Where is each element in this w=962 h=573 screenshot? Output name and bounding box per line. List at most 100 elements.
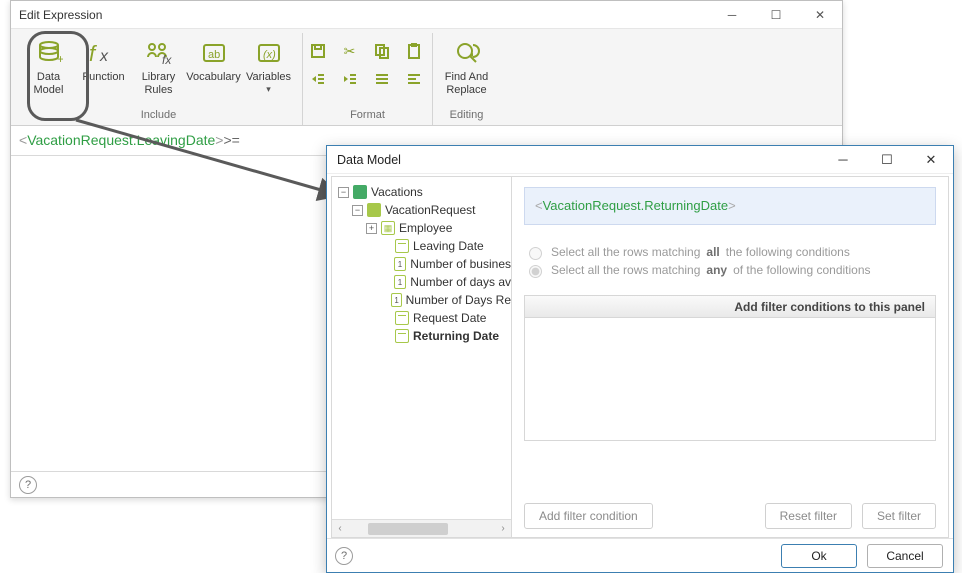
copy-icon[interactable] <box>372 41 392 61</box>
radio-match-any[interactable]: Select all the rows matching any of the … <box>524 261 936 279</box>
library-rules-icon: fx <box>143 37 175 69</box>
number-icon: 1 <box>394 275 407 289</box>
radio-any-input[interactable] <box>529 265 542 278</box>
ribbon-group-editing: Find And Replace Editing <box>433 33 500 125</box>
ribbon: + Data Model fx Function <box>11 29 842 126</box>
tree-item-label: Leaving Date <box>413 239 484 253</box>
ribbon-group-include: + Data Model fx Function <box>15 33 303 125</box>
data-model-titlebar: Data Model ─ ☐ ✕ <box>327 146 953 174</box>
align-left-icon[interactable] <box>404 69 424 89</box>
tree-node-num-days-re[interactable]: 1 Number of Days Re <box>338 291 511 309</box>
scroll-left-icon[interactable]: ‹ <box>332 523 348 534</box>
collapse-icon[interactable]: − <box>352 205 363 216</box>
outdent-icon[interactable] <box>308 69 328 89</box>
edit-expression-titlebar: Edit Expression ─ ☐ ✕ <box>11 1 842 29</box>
data-model-tree-panel: − Vacations − VacationRequest + ▦ Employ… <box>332 177 512 537</box>
selected-expression-box: <VacationRequest.ReturningDate> <box>524 187 936 225</box>
set-filter-button[interactable]: Set filter <box>862 503 936 529</box>
ribbon-format-label: Format <box>350 109 385 123</box>
save-icon[interactable] <box>308 41 328 61</box>
ok-label: Ok <box>811 549 826 563</box>
dm-maximize-button[interactable]: ☐ <box>865 146 909 174</box>
tree-horizontal-scrollbar[interactable]: ‹ › <box>332 519 511 537</box>
variables-button[interactable]: (x) Variables ▾ <box>241 35 296 95</box>
number-icon: 1 <box>394 257 407 271</box>
find-replace-icon <box>451 37 483 69</box>
vocabulary-button[interactable]: ab Vocabulary <box>186 35 241 84</box>
maximize-button[interactable]: ☐ <box>754 1 798 29</box>
data-model-dialog: Data Model ─ ☐ ✕ − Vacations − VacationR… <box>326 145 954 573</box>
svg-text:ab: ab <box>208 49 220 61</box>
expr-body: VacationRequest.LeavingDate <box>27 132 215 148</box>
minimize-button[interactable]: ─ <box>710 1 754 29</box>
row-match-options: Select all the rows matching all the fol… <box>524 243 936 279</box>
tree-item-label: Number of days av <box>410 275 511 289</box>
vocabulary-icon: ab <box>198 37 230 69</box>
find-replace-label: Find And Replace <box>445 71 488 97</box>
help-icon[interactable]: ? <box>335 547 353 565</box>
ribbon-group-format: ✂ Format <box>303 33 433 125</box>
tree-node-root[interactable]: − Vacations <box>338 183 511 201</box>
sel-close: > <box>728 198 736 213</box>
calendar-icon <box>395 311 409 325</box>
help-icon[interactable]: ? <box>19 476 37 494</box>
align-left-full-icon[interactable] <box>372 69 392 89</box>
data-model-label: Data Model <box>34 71 64 97</box>
expand-icon[interactable]: + <box>366 223 377 234</box>
add-filter-condition-button[interactable]: Add filter condition <box>524 503 653 529</box>
radio-all-prefix: Select all the rows matching <box>551 245 700 259</box>
tree-node-num-days-av[interactable]: 1 Number of days av <box>338 273 511 291</box>
root-icon <box>353 185 367 199</box>
tree-node-num-business[interactable]: 1 Number of busines <box>338 255 511 273</box>
data-model-footer: ? Ok Cancel <box>327 538 953 572</box>
dm-close-button[interactable]: ✕ <box>909 146 953 174</box>
tree-node-entity[interactable]: − VacationRequest <box>338 201 511 219</box>
reset-filter-button[interactable]: Reset filter <box>765 503 852 529</box>
tree-item-label: Request Date <box>413 311 486 325</box>
indent-icon[interactable] <box>340 69 360 89</box>
cancel-label: Cancel <box>886 549 923 563</box>
data-model-button[interactable]: + Data Model <box>21 35 76 97</box>
ok-button[interactable]: Ok <box>781 544 857 568</box>
data-model-body: − Vacations − VacationRequest + ▦ Employ… <box>331 176 949 538</box>
find-replace-button[interactable]: Find And Replace <box>439 35 494 97</box>
tree-root-label: Vacations <box>371 185 423 199</box>
radio-any-suffix: of the following conditions <box>733 263 870 277</box>
radio-any-bold: any <box>706 263 727 277</box>
filter-panel-header-label: Add filter conditions to this panel <box>734 300 925 314</box>
data-model-right-panel: <VacationRequest.ReturningDate> Select a… <box>512 177 948 537</box>
tree-item-label: Returning Date <box>413 329 499 343</box>
svg-text:+: + <box>57 52 63 66</box>
cut-icon[interactable]: ✂ <box>340 41 360 61</box>
tree-node-employee[interactable]: + ▦ Employee <box>338 219 511 237</box>
radio-all-input[interactable] <box>529 247 542 260</box>
employee-icon: ▦ <box>381 221 395 235</box>
dm-minimize-button[interactable]: ─ <box>821 146 865 174</box>
filter-panel-body <box>524 317 936 441</box>
scroll-right-icon[interactable]: › <box>495 523 511 534</box>
tree-node-returning-date[interactable]: Returning Date <box>338 327 511 345</box>
scroll-thumb[interactable] <box>368 523 448 535</box>
reset-filter-label: Reset filter <box>780 509 837 523</box>
cancel-button[interactable]: Cancel <box>867 544 943 568</box>
collapse-icon[interactable]: − <box>338 187 349 198</box>
library-rules-button[interactable]: fx Library Rules <box>131 35 186 97</box>
tree-item-label: Number of Days Re <box>406 293 511 307</box>
tree-node-request-date[interactable]: Request Date <box>338 309 511 327</box>
paste-icon[interactable] <box>404 41 424 61</box>
data-model-tree[interactable]: − Vacations − VacationRequest + ▦ Employ… <box>332 177 511 519</box>
tree-item-label: Employee <box>399 221 452 235</box>
filter-panel-header: Add filter conditions to this panel <box>524 295 936 317</box>
radio-all-suffix: the following conditions <box>726 245 850 259</box>
vocabulary-label: Vocabulary <box>186 71 240 84</box>
expr-op: >= <box>223 132 239 148</box>
tree-entity-label: VacationRequest <box>385 203 476 217</box>
close-button[interactable]: ✕ <box>798 1 842 29</box>
function-label: Function <box>82 71 124 84</box>
filter-button-row: Add filter condition Reset filter Set fi… <box>524 503 936 529</box>
function-button[interactable]: fx Function <box>76 35 131 84</box>
svg-text:(x): (x) <box>263 49 276 61</box>
variables-icon: (x) <box>253 37 285 69</box>
radio-match-all[interactable]: Select all the rows matching all the fol… <box>524 243 936 261</box>
tree-node-leaving-date[interactable]: Leaving Date <box>338 237 511 255</box>
